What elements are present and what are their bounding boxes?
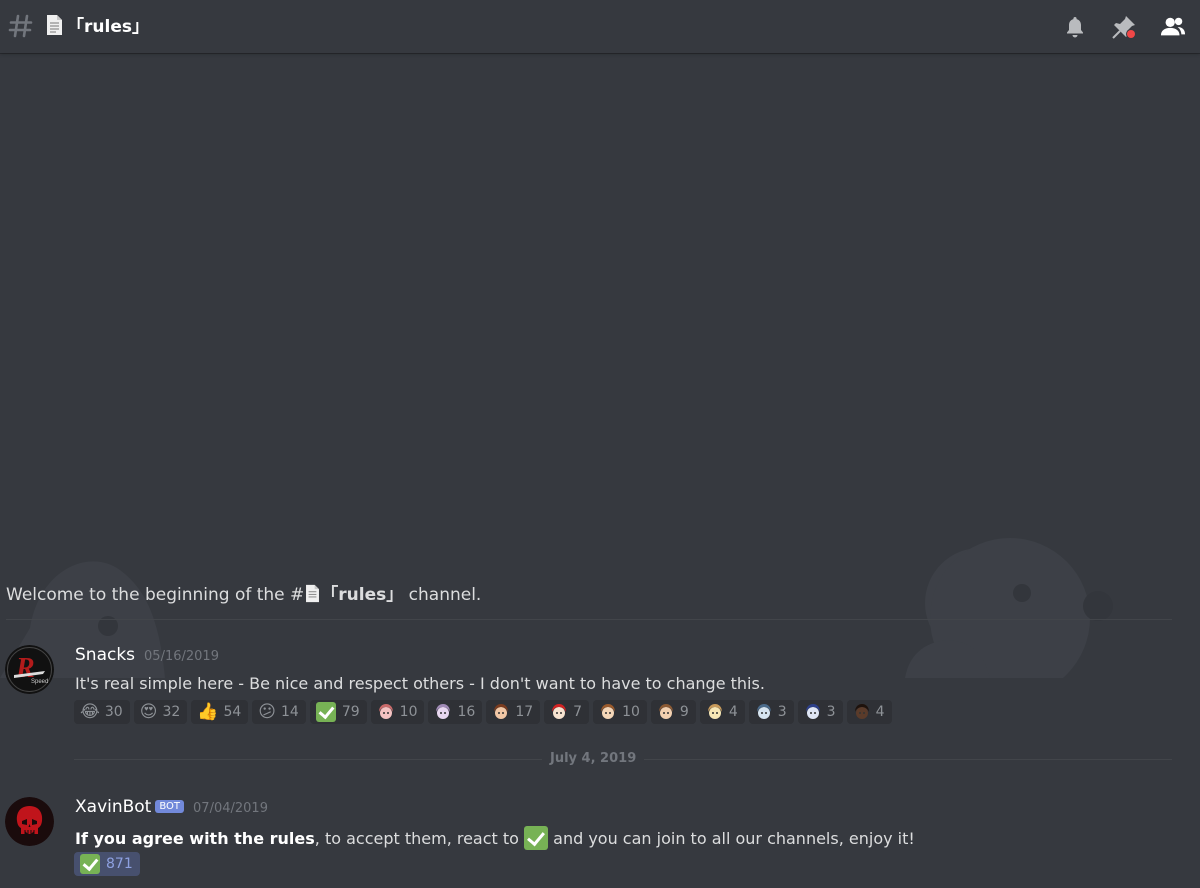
- emoji-icon: 😍: [139, 702, 158, 722]
- member-list-button[interactable]: [1160, 14, 1186, 40]
- reaction-button[interactable]: 3: [797, 700, 843, 724]
- pinned-messages-button[interactable]: [1111, 14, 1137, 40]
- welcome-channel-name: 「rules」: [321, 585, 404, 605]
- reaction-count: 17: [515, 704, 534, 720]
- custom-emoji-icon: [552, 704, 567, 719]
- timestamp: 05/16/2019: [144, 649, 219, 664]
- bell-icon: [1067, 16, 1083, 37]
- reaction-button[interactable]: 16: [428, 700, 483, 724]
- reaction-button[interactable]: 😕 14: [252, 700, 306, 724]
- emoji-icon: 😂: [80, 702, 100, 722]
- reaction-button[interactable]: 10: [370, 700, 425, 724]
- channel-title: 「rules」: [46, 12, 149, 37]
- reaction-count: 9: [679, 704, 689, 720]
- message[interactable]: R Speed Snacks 05/16/2019 It's real simpl…: [0, 641, 1200, 741]
- hash-icon: [8, 14, 33, 38]
- reaction-count: 7: [573, 704, 583, 720]
- svg-text:Speed: Speed: [31, 679, 48, 685]
- check-emoji-icon: [315, 702, 336, 722]
- username[interactable]: Snacks 05/16/2019: [75, 645, 219, 665]
- message[interactable]: XavinBot BOT 07/04/2019 If you agree with …: [0, 793, 1200, 888]
- reaction-count: 14: [281, 704, 299, 720]
- check-emoji-icon: [524, 826, 549, 850]
- reaction-count: 79: [341, 704, 360, 720]
- avatar-image: R Speed: [5, 645, 54, 694]
- reaction-button[interactable]: 😂 30: [74, 700, 130, 724]
- reaction-count: 4: [728, 704, 738, 720]
- reaction-button[interactable]: 871: [74, 852, 140, 876]
- custom-emoji-icon: [494, 704, 509, 719]
- reaction-count: 32: [162, 704, 181, 720]
- reaction-button[interactable]: 9: [650, 700, 696, 724]
- username[interactable]: XavinBot BOT 07/04/2019: [75, 797, 268, 817]
- custom-emoji-icon: [436, 704, 451, 719]
- custom-emoji-icon: [707, 704, 722, 719]
- custom-emoji-icon: [805, 704, 820, 719]
- custom-emoji-icon: [601, 704, 616, 719]
- date-divider-label: July 4, 2019: [542, 751, 645, 766]
- channel-welcome-text: Welcome to the beginning of the # 「rules…: [6, 584, 482, 605]
- reaction-button[interactable]: 4: [699, 700, 745, 724]
- reaction-count: 54: [223, 704, 242, 720]
- reaction-count: 30: [104, 704, 123, 720]
- message-area[interactable]: Welcome to the beginning of the # 「rules…: [0, 53, 1200, 888]
- reactions: 871: [74, 852, 144, 876]
- members-icon: [1160, 17, 1186, 35]
- reaction-count: 10: [399, 704, 418, 720]
- custom-emoji-icon: [658, 704, 673, 719]
- page-icon: [47, 14, 62, 35]
- emoji-icon: 👍: [197, 702, 219, 722]
- custom-emoji-icon: [854, 704, 869, 719]
- reaction-button[interactable]: 4: [846, 700, 892, 724]
- reaction-button[interactable]: 7: [544, 700, 590, 724]
- page-icon: [306, 584, 320, 603]
- timestamp: 07/04/2019: [193, 801, 268, 816]
- custom-emoji-icon: [378, 704, 393, 719]
- notification-bell-button[interactable]: [1062, 14, 1088, 40]
- reaction-button[interactable]: 17: [486, 700, 541, 724]
- bot-tag: BOT: [155, 800, 185, 813]
- avatar[interactable]: [5, 797, 54, 846]
- reaction-button[interactable]: 😍 32: [133, 700, 188, 724]
- skull-avatar-image: [5, 797, 54, 846]
- channel-name: 「rules」: [67, 17, 149, 37]
- reaction-count: 4: [875, 704, 885, 720]
- emoji-icon: 😕: [258, 702, 276, 722]
- reaction-count: 10: [622, 704, 640, 720]
- reaction-count: 3: [826, 704, 836, 720]
- divider: [6, 619, 1172, 620]
- reaction-button[interactable]: 3: [748, 700, 794, 724]
- reaction-button[interactable]: 👍 54: [191, 700, 249, 724]
- check-emoji-icon: [80, 854, 100, 874]
- reaction-count: 3: [777, 704, 787, 720]
- reaction-count: 16: [457, 704, 476, 720]
- message-text: It's real simple here - Be nice and resp…: [75, 674, 765, 693]
- reaction-count: 871: [106, 856, 133, 872]
- channel-header: 「rules」: [0, 0, 1200, 53]
- avatar[interactable]: R Speed: [5, 645, 54, 694]
- custom-emoji-icon: [756, 704, 771, 719]
- reaction-button[interactable]: 10: [593, 700, 647, 724]
- reaction-button[interactable]: 79: [309, 700, 367, 724]
- reactions: 😂 30 😍 32 👍 54 😕 14 79 10 16 17 7 10 9 4 3 3 4: [74, 700, 896, 724]
- pin-icon: [1112, 15, 1136, 39]
- message-text: If you agree with the rules, to accept t…: [75, 826, 915, 850]
